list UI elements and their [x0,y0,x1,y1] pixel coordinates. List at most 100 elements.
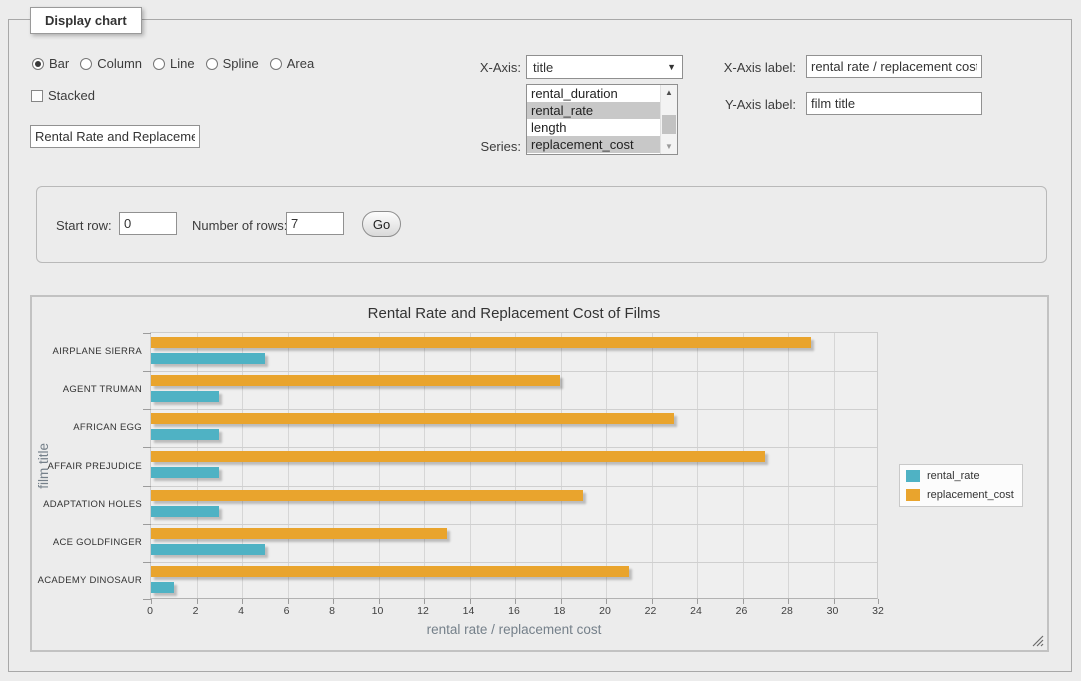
radio-label: Column [97,56,142,71]
x-tick-label: 6 [284,605,290,617]
scrollbar-thumb[interactable] [662,115,676,134]
radio-icon[interactable] [270,58,282,70]
gridline [834,333,835,598]
y-tick-mark [143,409,151,410]
category-label: ACE GOLDFINGER [32,537,142,548]
chevron-down-icon: ▼ [667,62,676,72]
legend-entry-rental_rate: rental_rate [906,470,1014,482]
x-tick-mark [424,599,425,604]
stacked-checkbox[interactable] [31,90,43,102]
gridline [424,333,425,598]
y-tick-mark [143,447,151,448]
x-tick-label: 26 [736,605,748,617]
category-label: AFFAIR PREJUDICE [32,461,142,472]
gridline [697,333,698,598]
x-tick-label: 2 [193,605,199,617]
bar-rental_rate [151,582,174,593]
category-label: AFRICAN EGG [32,422,142,433]
scrollbar-track[interactable] [661,100,677,139]
category-label: AGENT TRUMAN [32,384,142,395]
category-label: ADAPTATION HOLES [32,499,142,510]
x-axis-select[interactable]: title ▼ [526,55,683,79]
gridline [470,333,471,598]
radio-icon[interactable] [80,58,92,70]
x-tick-label: 0 [147,605,153,617]
bar-rental_rate [151,506,219,517]
legend-label: replacement_cost [927,489,1014,501]
row-separator [151,409,877,410]
chart-type-radio-spline[interactable]: Spline [206,56,259,71]
category-label: AIRPLANE SIERRA [32,346,142,357]
y-tick-mark [143,333,151,334]
bar-replacement_cost [151,413,674,424]
bar-replacement_cost [151,490,583,501]
chart-type-radio-line[interactable]: Line [153,56,195,71]
num-rows-label: Number of rows: [192,218,287,233]
x-tick-mark [242,599,243,604]
series-scrollbar[interactable]: ▲ ▼ [660,85,677,154]
x-tick-label: 18 [554,605,566,617]
bar-replacement_cost [151,337,811,348]
x-tick-label: 4 [238,605,244,617]
row-separator [151,371,877,372]
x-tick-label: 10 [372,605,384,617]
x-axis-title: rental rate / replacement cost [150,622,878,637]
bar-rental_rate [151,544,265,555]
series-option-replacement_cost[interactable]: replacement_cost [527,136,660,153]
chart-type-radio-area[interactable]: Area [270,56,314,71]
chart-type-radio-group: Bar Column Line Spline Area [32,56,314,71]
x-tick-label: 32 [872,605,884,617]
series-option-rental_duration[interactable]: rental_duration [527,85,660,102]
x-tick-label: 12 [417,605,429,617]
display-chart-app: Display chart BarColumnLineSplineArea St… [0,0,1081,681]
series-listbox[interactable]: rental_durationrental_ratelengthreplacem… [526,84,678,155]
x-axis-label-input[interactable] [806,55,982,78]
bar-rental_rate [151,353,265,364]
y-tick-mark [143,599,151,600]
radio-label: Bar [49,56,69,71]
series-option-rental_rate[interactable]: rental_rate [527,102,660,119]
gridline [788,333,789,598]
x-tick-label: 20 [599,605,611,617]
radio-icon[interactable] [153,58,165,70]
radio-label: Line [170,56,195,71]
gridline [743,333,744,598]
bar-replacement_cost [151,451,765,462]
chart-type-radio-column[interactable]: Column [80,56,142,71]
start-row-label: Start row: [56,218,112,233]
radio-icon[interactable] [206,58,218,70]
num-rows-input[interactable] [286,212,344,235]
y-tick-mark [143,371,151,372]
row-separator [151,447,877,448]
gridline [242,333,243,598]
bar-replacement_cost [151,566,629,577]
x-axis-select-label: X-Axis: [451,60,521,75]
stacked-checkbox-row[interactable]: Stacked [31,88,95,103]
x-tick-label: 30 [827,605,839,617]
x-tick-mark [697,599,698,604]
go-button[interactable]: Go [362,211,401,237]
chart-title-input[interactable] [30,125,200,148]
x-tick-mark [606,599,607,604]
radio-label: Area [287,56,314,71]
gridline [606,333,607,598]
chart-panel: Rental Rate and Replacement Cost of Film… [30,295,1049,652]
gridline [379,333,380,598]
legend-entry-replacement_cost: replacement_cost [906,489,1014,501]
start-row-input[interactable] [119,212,177,235]
x-tick-mark [515,599,516,604]
radio-label: Spline [223,56,259,71]
scroll-up-icon[interactable]: ▲ [661,85,677,100]
x-tick-mark [561,599,562,604]
row-separator [151,562,877,563]
y-axis-label-input[interactable] [806,92,982,115]
legend-swatch [906,470,920,482]
x-tick-mark [333,599,334,604]
scroll-down-icon[interactable]: ▼ [661,139,677,154]
x-tick-mark [878,599,879,604]
bar-rental_rate [151,467,219,478]
chart-type-radio-bar[interactable]: Bar [32,56,69,71]
radio-icon[interactable] [32,58,44,70]
resize-handle-icon[interactable] [1032,635,1044,647]
series-option-length[interactable]: length [527,119,660,136]
